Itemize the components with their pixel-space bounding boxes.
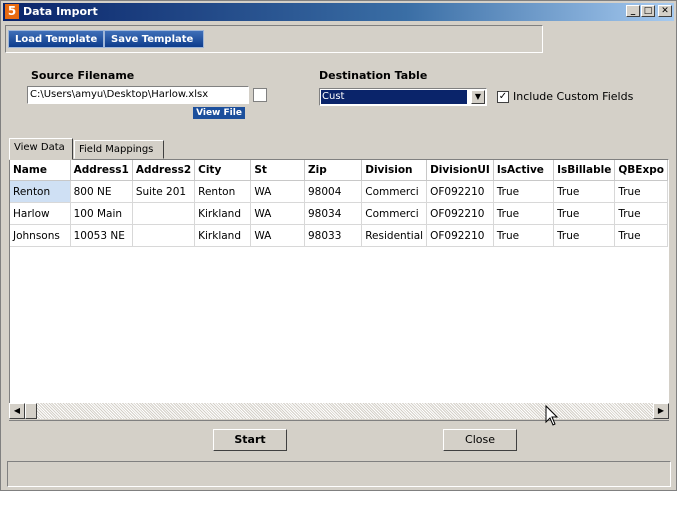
column-header[interactable]: Address2 <box>132 160 196 181</box>
include-custom-fields-checkbox[interactable]: ✓ <box>497 91 509 103</box>
data-table: Name Address1 Address2 City St Zip Divis… <box>10 160 668 247</box>
close-button[interactable]: Close <box>443 429 517 451</box>
table-cell[interactable]: 98034 <box>304 202 363 225</box>
table-cell[interactable]: Renton <box>10 180 71 203</box>
mouse-pointer-icon <box>545 404 559 430</box>
table-cell[interactable]: OF092210 <box>426 224 494 247</box>
table-cell[interactable]: 100 Main <box>70 202 133 225</box>
tab-view-data[interactable]: View Data <box>9 138 73 160</box>
table-cell[interactable]: True <box>553 202 616 225</box>
include-custom-fields-label: Include Custom Fields <box>513 90 634 103</box>
table-cell[interactable]: True <box>614 224 668 247</box>
column-header[interactable]: Address1 <box>70 160 133 181</box>
table-cell[interactable] <box>132 224 196 247</box>
status-bar <box>7 461 671 487</box>
table-cell[interactable]: 10053 NE <box>70 224 133 247</box>
table-cell[interactable]: 98033 <box>304 224 363 247</box>
column-header[interactable]: Name <box>10 160 71 181</box>
button-bar <box>9 420 669 457</box>
table-cell[interactable]: Residential <box>361 224 428 247</box>
scroll-thumb[interactable] <box>25 403 37 419</box>
table-cell[interactable]: Suite 201 <box>132 180 196 203</box>
table-cell[interactable]: Kirkland <box>194 202 252 225</box>
scroll-right-icon[interactable]: ▶ <box>653 403 669 419</box>
toolbar: Load Template Save Template <box>5 25 543 53</box>
horizontal-scrollbar[interactable]: ◀ ▶ <box>9 403 669 419</box>
destination-table-label: Destination Table <box>319 69 428 82</box>
destination-table-select[interactable]: Cust ▼ <box>319 88 487 106</box>
table-cell[interactable] <box>132 202 196 225</box>
load-template-button[interactable]: Load Template <box>8 30 105 48</box>
table-cell[interactable]: Commerci <box>361 180 428 203</box>
table-cell[interactable]: WA <box>250 202 305 225</box>
table-row[interactable]: Renton 800 NE Suite 201 Renton WA 98004 … <box>10 180 668 203</box>
table-row[interactable]: Harlow 100 Main Kirkland WA 98034 Commer… <box>10 202 668 225</box>
column-header[interactable]: City <box>194 160 252 181</box>
data-grid[interactable]: Name Address1 Address2 City St Zip Divis… <box>9 159 669 419</box>
tab-field-mappings[interactable]: Field Mappings <box>74 140 164 159</box>
table-row[interactable]: Johnsons 10053 NE Kirkland WA 98033 Resi… <box>10 224 668 247</box>
save-template-button[interactable]: Save Template <box>104 30 204 48</box>
table-cell[interactable]: Renton <box>194 180 252 203</box>
source-filename-label: Source Filename <box>31 69 135 82</box>
title-bar[interactable]: 5 Data Import _ □ ✕ <box>3 3 674 21</box>
destination-table-value: Cust <box>321 90 467 104</box>
column-header[interactable]: IsBillable <box>553 160 616 181</box>
table-cell[interactable]: True <box>553 224 616 247</box>
view-file-button[interactable]: View File <box>193 107 245 119</box>
table-cell[interactable]: Kirkland <box>194 224 252 247</box>
table-cell[interactable]: True <box>493 180 555 203</box>
table-cell[interactable]: True <box>614 202 668 225</box>
header-row: Name Address1 Address2 City St Zip Divis… <box>10 160 668 181</box>
table-cell[interactable]: Harlow <box>10 202 71 225</box>
browse-file-button[interactable] <box>253 88 267 102</box>
scroll-left-icon[interactable]: ◀ <box>9 403 25 419</box>
table-cell[interactable]: OF092210 <box>426 180 494 203</box>
column-header[interactable]: Zip <box>304 160 363 181</box>
table-cell[interactable]: True <box>553 180 616 203</box>
start-button[interactable]: Start <box>213 429 287 451</box>
window-title: Data Import <box>23 5 98 18</box>
maximize-button[interactable]: □ <box>641 5 655 17</box>
minimize-button[interactable]: _ <box>626 5 640 17</box>
data-import-window: 5 Data Import _ □ ✕ Load Template Save T… <box>0 0 677 491</box>
table-cell[interactable]: 98004 <box>304 180 363 203</box>
table-cell[interactable]: WA <box>250 224 305 247</box>
column-header[interactable]: Division <box>361 160 428 181</box>
table-cell[interactable]: Johnsons <box>10 224 71 247</box>
column-header[interactable]: St <box>250 160 305 181</box>
table-cell[interactable]: True <box>614 180 668 203</box>
column-header[interactable]: DivisionUI <box>426 160 494 181</box>
source-filename-input[interactable]: C:\Users\amyu\Desktop\Harlow.xlsx <box>27 86 249 104</box>
dropdown-arrow-icon[interactable]: ▼ <box>471 90 485 104</box>
table-cell[interactable]: 800 NE <box>70 180 133 203</box>
table-cell[interactable]: WA <box>250 180 305 203</box>
column-header[interactable]: IsActive <box>493 160 555 181</box>
column-header[interactable]: QBExpo <box>614 160 668 181</box>
app-icon: 5 <box>5 4 19 19</box>
table-cell[interactable]: OF092210 <box>426 202 494 225</box>
table-cell[interactable]: True <box>493 202 555 225</box>
table-cell[interactable]: True <box>493 224 555 247</box>
close-window-button[interactable]: ✕ <box>658 5 672 17</box>
table-cell[interactable]: Commerci <box>361 202 428 225</box>
